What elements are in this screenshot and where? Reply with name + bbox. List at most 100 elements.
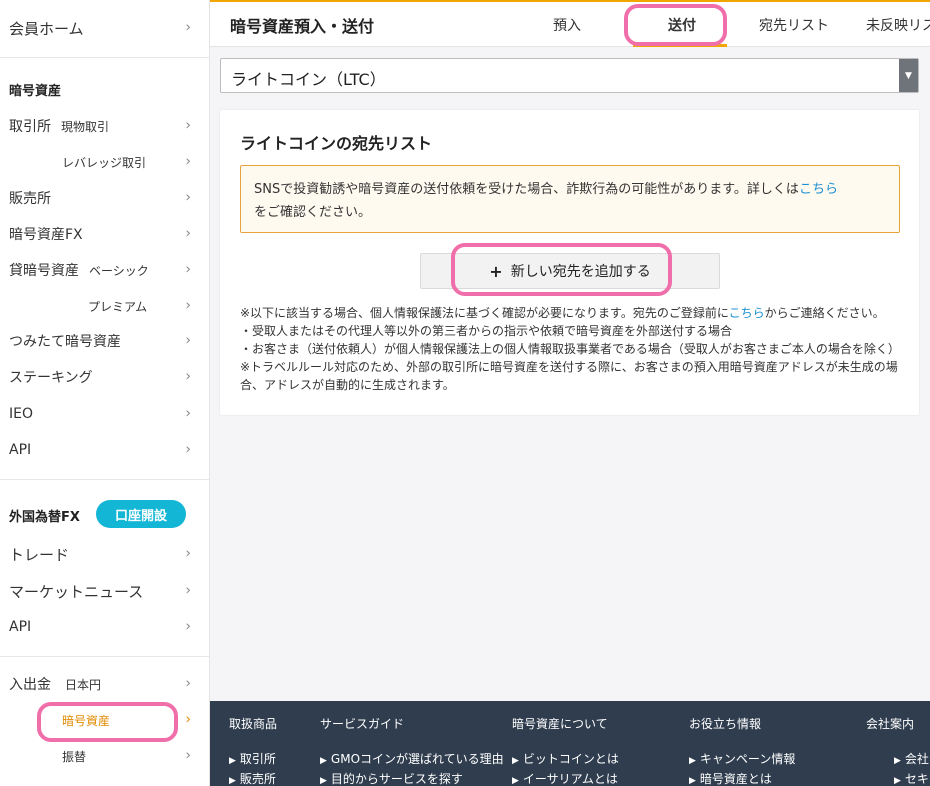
sidebar-item-leverage[interactable]: レバレッジ取引 ›: [0, 144, 209, 180]
sidebar-item-label: API: [9, 619, 32, 635]
sidebar-subitem-label: 現物取引: [61, 119, 110, 134]
chevron-right-icon: ›: [185, 225, 191, 242]
sidebar-item-label: レバレッジ取引: [62, 155, 147, 170]
caret-down-icon[interactable]: ▼: [899, 59, 918, 92]
warning-link[interactable]: こちら: [799, 182, 838, 197]
footer-heading: サービスガイド: [320, 717, 405, 731]
footer-link-label: セキ: [904, 772, 929, 786]
chevron-right-icon: ›: [185, 441, 191, 458]
note-link[interactable]: こちら: [729, 306, 765, 320]
page-title: 暗号資産預入・送付: [230, 17, 375, 36]
sidebar-item-transfer[interactable]: 振替 ›: [0, 738, 209, 774]
footer-link[interactable]: ▶ キャンペーン情報: [689, 750, 795, 767]
chevron-right-icon: ›: [185, 545, 191, 562]
footer-link[interactable]: ▶ 取引所: [229, 750, 276, 767]
sidebar-divider: [0, 656, 209, 657]
plus-icon: +: [489, 261, 503, 281]
add-address-button[interactable]: + 新しい宛先を追加する: [420, 253, 720, 289]
sidebar-item-label: 入出金: [9, 677, 51, 693]
sidebar-subitem-label: 日本円: [65, 677, 102, 692]
triangle-right-icon: ▶: [320, 756, 327, 766]
sidebar-item-label: 暗号資産FX: [9, 227, 83, 243]
footer-link[interactable]: ▶ GMOコインが選ばれている理由: [320, 750, 504, 767]
footer-link-label: 暗号資産とは: [699, 772, 772, 786]
sidebar-item-label: つみたて暗号資産: [9, 334, 121, 350]
sidebar-item-label: プレミアム: [88, 299, 148, 314]
sidebar-item-lending-basic[interactable]: 貸暗号資産 ベーシック ›: [0, 252, 209, 288]
sidebar-item-forex-api[interactable]: API ›: [0, 609, 209, 645]
footer-link-label: イーサリアムとは: [522, 772, 618, 786]
tab-unreflected-list[interactable]: 未反映リスト: [866, 15, 930, 35]
note-line: ※トラベルルール対応のため、外部の取引所に暗号資産を送付する際に、お客さまの預入…: [240, 360, 898, 392]
note-line: ※以下に該当する場合、個人情報保護法に基づく確認が必要になります。宛先のご登録前…: [240, 304, 904, 322]
sidebar-item-tsumitate[interactable]: つみたて暗号資産 ›: [0, 323, 209, 359]
chevron-right-icon: ›: [185, 618, 191, 635]
footer-link[interactable]: ▶ イーサリアムとは: [512, 770, 618, 786]
currency-select[interactable]: ライトコイン（LTC） ▼: [220, 58, 919, 93]
topbar: 暗号資産預入・送付 預入 送付 宛先リスト 未反映リスト: [210, 0, 930, 47]
triangle-right-icon: ▶: [229, 756, 236, 766]
footer-link-label: 取引所: [239, 752, 276, 766]
active-tab-indicator: [633, 44, 727, 47]
tab-address-list[interactable]: 宛先リスト: [759, 15, 829, 35]
sidebar-item-label: IEO: [9, 406, 33, 422]
footer-heading: 会社案内: [866, 717, 915, 731]
sidebar-section-crypto: 暗号資産: [9, 84, 62, 99]
sidebar-item-market-news[interactable]: マーケットニュース ›: [0, 573, 209, 609]
chevron-right-icon: ›: [185, 297, 191, 314]
sidebar-item-crypto-fx[interactable]: 暗号資産FX ›: [0, 216, 209, 252]
sidebar-item-ieo[interactable]: IEO ›: [0, 396, 209, 432]
sidebar-item-label: API: [9, 442, 32, 458]
sidebar-item-exchange-spot[interactable]: 取引所 現物取引 ›: [0, 108, 209, 144]
footer-link[interactable]: ▶ ビットコインとは: [512, 750, 619, 767]
chevron-right-icon: ›: [185, 117, 191, 134]
sidebar-item-member-home[interactable]: 会員ホーム ›: [0, 10, 209, 46]
footer-link-label: GMOコインが選ばれている理由: [330, 752, 504, 766]
chevron-right-icon: ›: [185, 582, 191, 599]
footer-link[interactable]: ▶ 目的からサービスを探す: [320, 770, 463, 786]
address-list-card: ライトコインの宛先リスト SNSで投資勧誘や暗号資産の送付依頼を受けた場合、詐欺…: [220, 110, 919, 415]
sidebar-item-label: 貸暗号資産: [9, 263, 79, 279]
sidebar-item-sales[interactable]: 販売所 ›: [0, 180, 209, 216]
footer-link-label: ビットコインとは: [522, 752, 619, 766]
warning-box: SNSで投資勧誘や暗号資産の送付依頼を受けた場合、詐欺行為の可能性があります。詳…: [240, 165, 900, 233]
triangle-right-icon: ▶: [512, 776, 519, 786]
footer-link-label: 目的からサービスを探す: [330, 772, 463, 786]
chevron-right-icon: ›: [185, 368, 191, 385]
note-text: からご連絡ください。: [764, 306, 885, 320]
chevron-right-icon: ›: [185, 189, 191, 206]
footer-link[interactable]: ▶ 暗号資産とは: [689, 770, 772, 786]
tab-deposit[interactable]: 預入: [553, 15, 581, 35]
triangle-right-icon: ▶: [689, 776, 696, 786]
triangle-right-icon: ▶: [229, 776, 236, 786]
note-line: ・お客さま（送付依頼人）が個人情報保護法上の個人情報取扱事業者である場合（受取人…: [240, 342, 900, 356]
sidebar-item-deposit-crypto[interactable]: 暗号資産 ›: [0, 702, 209, 738]
sidebar-subitem-label: ベーシック: [89, 263, 149, 278]
currency-select-value: ライトコイン（LTC）: [231, 70, 386, 89]
chevron-right-icon: ›: [185, 747, 191, 764]
footer-heading: お役立ち情報: [689, 717, 762, 731]
footer-link[interactable]: ▶ 販売所: [229, 770, 276, 786]
footer-link-label: 会社: [904, 752, 929, 766]
triangle-right-icon: ▶: [512, 756, 519, 766]
sidebar-item-label: 取引所: [9, 119, 51, 135]
add-address-label: 新しい宛先を追加する: [510, 264, 651, 280]
chevron-right-icon: ›: [185, 19, 191, 36]
sidebar-item-trade[interactable]: トレード ›: [0, 536, 209, 572]
sidebar-item-staking[interactable]: ステーキング ›: [0, 359, 209, 395]
tab-send[interactable]: 送付: [668, 15, 696, 35]
open-account-button[interactable]: 口座開設: [96, 500, 186, 528]
footer-link[interactable]: ▶ 会社: [894, 750, 929, 767]
notes: ※以下に該当する場合、個人情報保護法に基づく確認が必要になります。宛先のご登録前…: [240, 304, 904, 394]
sidebar-divider: [0, 479, 209, 480]
sidebar-item-api[interactable]: API ›: [0, 432, 209, 468]
sidebar-item-premium[interactable]: プレミアム ›: [0, 288, 209, 324]
sidebar-item-label: ステーキング: [9, 370, 93, 386]
sidebar-section-forex: 外国為替FX: [9, 510, 80, 525]
footer-heading: 暗号資産について: [512, 717, 608, 731]
triangle-right-icon: ▶: [320, 776, 327, 786]
footer-link[interactable]: ▶ セキ: [894, 770, 929, 786]
sidebar-item-deposit-jpy[interactable]: 入出金 日本円 ›: [0, 666, 209, 702]
triangle-right-icon: ▶: [689, 756, 696, 766]
sidebar-item-label: 暗号資産: [62, 713, 111, 728]
